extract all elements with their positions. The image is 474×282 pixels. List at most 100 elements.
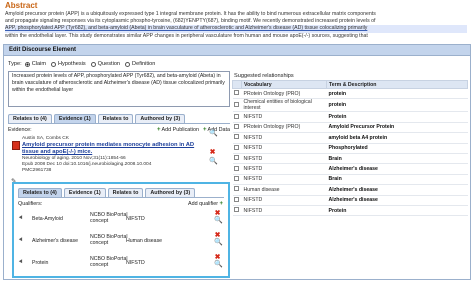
checkbox-icon[interactable] — [233, 113, 239, 119]
qualifier-item: ⯇ Beta-Amyloid NCBO BioPortal concept NIF… — [18, 209, 224, 229]
search-icon[interactable]: 🔍 — [209, 158, 218, 165]
evidence-delete: ✖ — [209, 149, 218, 156]
delete-icon[interactable]: ✖ — [214, 232, 221, 239]
citation-title-link[interactable]: Amyloid precursor protein mediates monoc… — [22, 142, 210, 156]
tab-evidence[interactable]: Evidence (1) — [53, 114, 96, 123]
qualifiers-label: Qualifiers: — [18, 201, 43, 207]
term-cell: Protein — [326, 205, 468, 217]
abstract-line-highlighted[interactable]: APP, phosphorylated APP (Tyr682), and be… — [5, 25, 467, 33]
radio-icon[interactable] — [50, 61, 56, 67]
qualifier-tools: ✖ 🔍 — [214, 210, 223, 224]
search-icon[interactable]: 🔍 — [209, 130, 218, 137]
suggested-row[interactable]: NIFSTD Protein — [232, 205, 468, 217]
checkbox-icon[interactable] — [233, 144, 239, 150]
type-label: Type: — [8, 61, 22, 67]
qualifier-item: ⯇ Alzheimer's disease NCBO BioPortal conc… — [18, 231, 224, 251]
qualifiers-toolbar: Qualifiers: Add qualifier + — [18, 200, 224, 208]
header-vocabulary: Vocabulary — [241, 80, 327, 89]
term-cell: Amyloid Precursor Protein — [326, 122, 468, 134]
row-select-cell — [232, 143, 242, 154]
delete-icon[interactable]: ✖ — [214, 210, 221, 217]
tab-relates-to-4[interactable]: Relates to (4) — [18, 188, 62, 197]
tab-authored-by[interactable]: Authored by (3) — [145, 188, 196, 197]
search-icon[interactable]: 🔍 — [214, 261, 223, 268]
vocabulary-cell: Human disease — [241, 184, 327, 196]
qualifier-source: NCBO BioPortal concept — [90, 256, 127, 269]
term-cell: protein — [326, 98, 468, 113]
statement-textarea[interactable]: Increased protein levels of APP, phospho… — [8, 71, 230, 107]
qualifier-name: Alzheimer's disease — [32, 238, 78, 244]
abstract-section: Abstract Amyloid precursor protein (APP)… — [5, 1, 467, 41]
tab-authored-by[interactable]: Authored by (3) — [135, 114, 186, 123]
checkbox-icon[interactable] — [233, 175, 239, 181]
qualifier-name: Beta-Amyloid — [32, 216, 63, 222]
checkbox-icon[interactable] — [233, 90, 239, 96]
qualifier-tools: ✖ 🔍 — [214, 254, 223, 268]
qualifier-source-line: concept — [90, 218, 109, 225]
radio-icon[interactable] — [24, 61, 30, 67]
qualifier-name: Protein — [32, 260, 49, 266]
add-publication-label: Add Publication — [161, 127, 199, 133]
radio-icon[interactable] — [90, 61, 96, 67]
vocabulary-cell: NIFSTD — [241, 163, 327, 175]
row-select-cell — [232, 195, 242, 206]
suggested-row[interactable]: NIFSTD amyloid beta A4 protein — [232, 132, 468, 144]
type-option-claim[interactable]: Claim — [24, 61, 46, 67]
abstract-line: Amyloid precursor protein (APP) is a ubi… — [5, 11, 376, 17]
qualifier-vocabulary: NIFSTD — [126, 216, 145, 222]
suggested-row[interactable]: NIFSTD Protein — [232, 111, 468, 123]
row-select-cell — [232, 205, 242, 217]
checkbox-icon[interactable] — [233, 134, 239, 140]
suggested-row[interactable]: NIFSTD Brain — [232, 174, 468, 186]
suggested-row[interactable]: Chemical entities of biological interest… — [232, 98, 468, 113]
checkbox-icon[interactable] — [233, 155, 239, 161]
suggested-row[interactable]: Human disease Alzheimer's disease — [232, 184, 468, 196]
tab-relates-to[interactable]: Relates to — [97, 114, 134, 123]
checkbox-icon[interactable] — [233, 123, 239, 129]
qualifier-item: ⯇ Protein NCBO BioPortal concept NIFSTD ✖… — [18, 253, 224, 273]
qualifier-source-line: concept — [90, 262, 109, 269]
citation-pmid[interactable]: PMC2961738 — [22, 168, 210, 174]
add-qualifier-button[interactable]: Add qualifier + — [188, 201, 224, 207]
term-cell: Phosphorylated — [326, 143, 468, 154]
tab-evidence[interactable]: Evidence (1) — [63, 188, 106, 197]
evidence-tools-2: 🔍 — [209, 158, 218, 165]
pdf-icon[interactable] — [12, 141, 20, 150]
suggested-row[interactable]: NIFSTD Phosphorylated — [232, 143, 468, 154]
type-option-question[interactable]: Question — [90, 61, 120, 67]
checkbox-icon[interactable] — [233, 207, 239, 213]
radio-icon[interactable] — [125, 61, 131, 67]
suggested-row[interactable]: PRotein Ontology (PRO) protein — [232, 88, 468, 100]
term-cell: Alzheimer's disease — [326, 195, 468, 206]
tab-divider — [8, 123, 230, 124]
add-publication-button[interactable]: +Add Publication — [157, 127, 199, 133]
relationship-box: Relates to (4) Evidence (1) Relates to A… — [12, 182, 230, 278]
checkbox-icon[interactable] — [233, 196, 239, 202]
term-cell: protein — [326, 88, 468, 100]
delete-icon[interactable]: ✖ — [214, 254, 221, 261]
row-select-cell — [232, 184, 242, 196]
row-select-cell — [232, 122, 242, 134]
inner-tabs: Relates to (4) Evidence (1) Relates to A… — [18, 188, 196, 197]
delete-icon[interactable]: ✖ — [209, 149, 216, 156]
checkbox-icon[interactable] — [233, 186, 239, 192]
suggested-row[interactable]: NIFSTD Alzheimer's disease — [232, 163, 468, 175]
type-selector: Type: Claim Hypothesis Question Definiti… — [8, 60, 157, 68]
suggested-row[interactable]: NIFSTD Brain — [232, 153, 468, 165]
suggested-row[interactable]: NIFSTD Alzheimer's disease — [232, 195, 468, 206]
checkbox-icon[interactable] — [233, 101, 239, 107]
abstract-text: Amyloid precursor protein (APP) is a ubi… — [5, 11, 467, 40]
type-option-label: Claim — [31, 61, 46, 67]
suggested-relationships: Suggested relationships Vocabulary Term … — [232, 72, 468, 277]
tab-relates-to[interactable]: Relates to — [107, 188, 144, 197]
row-select-cell — [232, 88, 242, 100]
checkbox-icon[interactable] — [233, 165, 239, 171]
type-option-hypothesis[interactable]: Hypothesis — [50, 61, 86, 67]
search-icon[interactable]: 🔍 — [214, 239, 223, 246]
vocabulary-cell: NIFSTD — [241, 111, 327, 123]
tab-relates-to-4[interactable]: Relates to (4) — [8, 114, 52, 123]
search-icon[interactable]: 🔍 — [214, 217, 223, 224]
suggested-row[interactable]: PRotein Ontology (PRO) Amyloid Precursor … — [232, 122, 468, 134]
abstract-line: and propagate signaling responses via it… — [5, 18, 376, 25]
type-option-definition[interactable]: Definition — [125, 61, 155, 67]
